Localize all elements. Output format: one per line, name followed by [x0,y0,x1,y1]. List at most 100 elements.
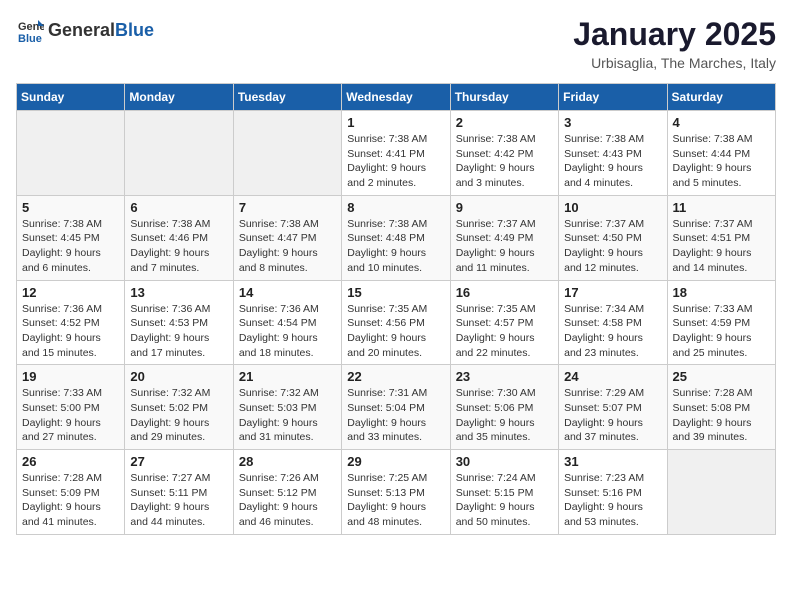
calendar-cell [667,450,775,535]
calendar-cell: 9Sunrise: 7:37 AMSunset: 4:49 PMDaylight… [450,195,558,280]
calendar-cell: 29 Sunrise: 7:25 AMSunset: 5:13 PMDayligh… [342,450,450,535]
day-info: Sunrise: 7:37 AMSunset: 4:50 PMDaylight:… [564,217,661,276]
day-info: Sunrise: 7:28 AMSunset: 5:09 PMDaylight:… [22,471,119,530]
calendar-cell [233,111,341,196]
day-number: 13 [130,285,227,300]
day-info: Sunrise: 7:24 AMSunset: 5:15 PMDaylight:… [456,471,553,530]
day-number: 20 [130,369,227,384]
day-number: 21 [239,369,336,384]
day-info: Sunrise: 7:38 AMSunset: 4:41 PMDaylight:… [347,132,444,191]
logo-blue-text: Blue [115,20,154,40]
calendar-cell: 6Sunrise: 7:38 AMSunset: 4:46 PMDaylight… [125,195,233,280]
day-number: 22 [347,369,444,384]
day-number: 15 [347,285,444,300]
day-info: Sunrise: 7:38 AMSunset: 4:45 PMDaylight:… [22,217,119,276]
day-info: Sunrise: 7:35 AMSunset: 4:57 PMDaylight:… [456,302,553,361]
calendar-cell: 18 Sunrise: 7:33 AMSunset: 4:59 PMDayligh… [667,280,775,365]
calendar-week-row: 19Sunrise: 7:33 AMSunset: 5:00 PMDayligh… [17,365,776,450]
day-info: Sunrise: 7:34 AMSunset: 4:58 PMDaylight:… [564,302,661,361]
day-number: 18 [673,285,770,300]
calendar-cell: 25 Sunrise: 7:28 AMSunset: 5:08 PMDayligh… [667,365,775,450]
logo: General Blue GeneralBlue [16,16,154,44]
day-info: Sunrise: 7:38 AMSunset: 4:42 PMDaylight:… [456,132,553,191]
calendar-cell: 15 Sunrise: 7:35 AMSunset: 4:56 PMDayligh… [342,280,450,365]
calendar-week-row: 1 Sunrise: 7:38 AMSunset: 4:41 PMDaylight… [17,111,776,196]
day-number: 1 [347,115,444,130]
day-info: Sunrise: 7:36 AMSunset: 4:53 PMDaylight:… [130,302,227,361]
day-info: Sunrise: 7:25 AMSunset: 5:13 PMDaylight:… [347,471,444,530]
calendar-cell: 19Sunrise: 7:33 AMSunset: 5:00 PMDayligh… [17,365,125,450]
day-number: 24 [564,369,661,384]
day-info: Sunrise: 7:38 AMSunset: 4:43 PMDaylight:… [564,132,661,191]
calendar-cell: 10 Sunrise: 7:37 AMSunset: 4:50 PMDayligh… [559,195,667,280]
day-info: Sunrise: 7:33 AMSunset: 4:59 PMDaylight:… [673,302,770,361]
calendar-cell: 5 Sunrise: 7:38 AMSunset: 4:45 PMDaylight… [17,195,125,280]
calendar-cell: 14 Sunrise: 7:36 AMSunset: 4:54 PMDayligh… [233,280,341,365]
day-info: Sunrise: 7:29 AMSunset: 5:07 PMDaylight:… [564,386,661,445]
calendar-cell: 13 Sunrise: 7:36 AMSunset: 4:53 PMDayligh… [125,280,233,365]
day-info: Sunrise: 7:36 AMSunset: 4:54 PMDaylight:… [239,302,336,361]
day-info: Sunrise: 7:38 AMSunset: 4:47 PMDaylight:… [239,217,336,276]
weekday-header-tuesday: Tuesday [233,84,341,111]
day-info: Sunrise: 7:38 AMSunset: 4:46 PMDaylight:… [130,217,227,276]
day-number: 26 [22,454,119,469]
day-number: 28 [239,454,336,469]
day-number: 12 [22,285,119,300]
day-number: 25 [673,369,770,384]
weekday-header-thursday: Thursday [450,84,558,111]
calendar-table: SundayMondayTuesdayWednesdayThursdayFrid… [16,83,776,535]
calendar-cell: 21 Sunrise: 7:32 AMSunset: 5:03 PMDayligh… [233,365,341,450]
calendar-cell: 30 Sunrise: 7:24 AMSunset: 5:15 PMDayligh… [450,450,558,535]
day-info: Sunrise: 7:38 AMSunset: 4:44 PMDaylight:… [673,132,770,191]
day-number: 10 [564,200,661,215]
day-info: Sunrise: 7:23 AMSunset: 5:16 PMDaylight:… [564,471,661,530]
day-number: 3 [564,115,661,130]
weekday-header-monday: Monday [125,84,233,111]
weekday-header-sunday: Sunday [17,84,125,111]
header: General Blue GeneralBlue January 2025 Ur… [16,16,776,71]
day-number: 29 [347,454,444,469]
calendar-cell: 8Sunrise: 7:38 AMSunset: 4:48 PMDaylight… [342,195,450,280]
day-info: Sunrise: 7:27 AMSunset: 5:11 PMDaylight:… [130,471,227,530]
day-number: 2 [456,115,553,130]
weekday-header-friday: Friday [559,84,667,111]
calendar-cell: 22 Sunrise: 7:31 AMSunset: 5:04 PMDayligh… [342,365,450,450]
day-number: 16 [456,285,553,300]
day-info: Sunrise: 7:31 AMSunset: 5:04 PMDaylight:… [347,386,444,445]
logo-general-text: General [48,20,115,40]
day-info: Sunrise: 7:26 AMSunset: 5:12 PMDaylight:… [239,471,336,530]
calendar-cell: 17 Sunrise: 7:34 AMSunset: 4:58 PMDayligh… [559,280,667,365]
day-number: 5 [22,200,119,215]
day-number: 14 [239,285,336,300]
title-section: January 2025 Urbisaglia, The Marches, It… [573,16,776,71]
calendar-cell: 7 Sunrise: 7:38 AMSunset: 4:47 PMDaylight… [233,195,341,280]
weekday-header-row: SundayMondayTuesdayWednesdayThursdayFrid… [17,84,776,111]
day-info: Sunrise: 7:28 AMSunset: 5:08 PMDaylight:… [673,386,770,445]
calendar-cell: 26 Sunrise: 7:28 AMSunset: 5:09 PMDayligh… [17,450,125,535]
day-number: 30 [456,454,553,469]
calendar-cell: 4Sunrise: 7:38 AMSunset: 4:44 PMDaylight… [667,111,775,196]
calendar-cell: 20 Sunrise: 7:32 AMSunset: 5:02 PMDayligh… [125,365,233,450]
day-number: 31 [564,454,661,469]
calendar-week-row: 26 Sunrise: 7:28 AMSunset: 5:09 PMDayligh… [17,450,776,535]
day-number: 7 [239,200,336,215]
day-number: 8 [347,200,444,215]
calendar-cell [125,111,233,196]
day-number: 11 [673,200,770,215]
day-info: Sunrise: 7:33 AMSunset: 5:00 PMDaylight:… [22,386,119,445]
day-number: 27 [130,454,227,469]
calendar-week-row: 5 Sunrise: 7:38 AMSunset: 4:45 PMDaylight… [17,195,776,280]
day-number: 17 [564,285,661,300]
svg-text:Blue: Blue [18,33,42,44]
calendar-cell: 31 Sunrise: 7:23 AMSunset: 5:16 PMDayligh… [559,450,667,535]
weekday-header-saturday: Saturday [667,84,775,111]
day-info: Sunrise: 7:35 AMSunset: 4:56 PMDaylight:… [347,302,444,361]
day-number: 23 [456,369,553,384]
calendar-cell: 12Sunrise: 7:36 AMSunset: 4:52 PMDayligh… [17,280,125,365]
calendar-week-row: 12Sunrise: 7:36 AMSunset: 4:52 PMDayligh… [17,280,776,365]
day-info: Sunrise: 7:32 AMSunset: 5:02 PMDaylight:… [130,386,227,445]
calendar-cell: 27 Sunrise: 7:27 AMSunset: 5:11 PMDayligh… [125,450,233,535]
calendar-cell: 1 Sunrise: 7:38 AMSunset: 4:41 PMDaylight… [342,111,450,196]
day-number: 9 [456,200,553,215]
day-info: Sunrise: 7:32 AMSunset: 5:03 PMDaylight:… [239,386,336,445]
